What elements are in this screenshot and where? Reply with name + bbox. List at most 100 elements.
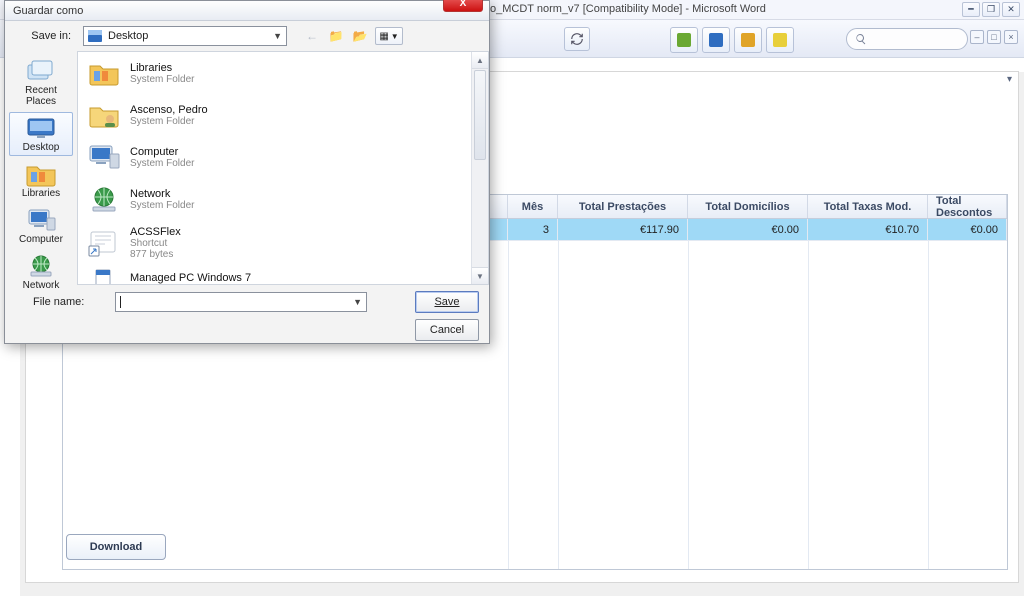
place-desktop[interactable]: Desktop (9, 112, 73, 156)
doc-restore-button[interactable]: □ (987, 30, 1001, 44)
list-item[interactable]: NetworkSystem Folder (78, 178, 488, 220)
grid-header-cell[interactable]: Total Taxas Mod. (808, 195, 928, 218)
list-item[interactable]: ACSSFlexShortcut877 bytes (78, 220, 488, 266)
nav-back-button[interactable]: ← (303, 27, 321, 45)
grid-cell: €117.90 (558, 219, 688, 240)
list-item[interactable]: ComputerSystem Folder (78, 136, 488, 178)
computer-icon (26, 208, 56, 232)
place-network[interactable]: Network (9, 250, 73, 294)
square-blue-icon (709, 33, 723, 47)
chevron-down-icon[interactable]: ▾ (1007, 74, 1012, 85)
word-close-button[interactable]: ✕ (1002, 2, 1020, 17)
dialog-titlebar[interactable]: Guardar como X (5, 1, 489, 21)
desktop-icon (26, 117, 56, 139)
place-recent[interactable]: Recent Places (9, 55, 73, 110)
grid-header-cell[interactable]: Total Domicílios (688, 195, 808, 218)
computer-icon (87, 143, 121, 171)
folder-up-icon: 📁 (329, 29, 344, 43)
text-cursor-icon (120, 296, 121, 308)
document-icon (93, 268, 115, 285)
recent-places-icon (26, 59, 56, 83)
save-as-dialog: Guardar como X Save in: Desktop ▼ ← 📁 📂 … (4, 0, 490, 344)
item-name: Libraries (130, 62, 194, 74)
doc-close-button[interactable]: × (1004, 30, 1018, 44)
item-sub: Shortcut (130, 238, 181, 249)
doc-minimize-button[interactable]: – (970, 30, 984, 44)
network-icon (88, 185, 120, 213)
grid-cell: €10.70 (808, 219, 928, 240)
new-folder-button[interactable]: 📂 (351, 27, 369, 45)
item-sub: System Folder (130, 200, 194, 211)
save-in-label: Save in: (13, 30, 77, 42)
save-in-select[interactable]: Desktop ▼ (83, 26, 287, 46)
place-label: Computer (10, 234, 72, 245)
file-list[interactable]: LibrariesSystem Folder Ascenso, PedroSys… (77, 51, 489, 285)
ribbon-search-input[interactable] (846, 28, 968, 50)
arrow-left-icon: ← (306, 29, 318, 43)
ribbon-btn-3[interactable] (734, 27, 762, 53)
search-icon (855, 33, 867, 45)
filename-label: File name: (15, 296, 107, 308)
word-title-text: o_MCDT norm_v7 [Compatibility Mode] - Mi… (490, 3, 766, 15)
views-menu-button[interactable]: ▦ ▼ (375, 27, 403, 45)
filename-combobox[interactable]: ▼ (115, 292, 367, 312)
views-icon: ▦ (379, 31, 388, 42)
ribbon-btn-4[interactable] (766, 27, 794, 53)
download-button[interactable]: Download (66, 534, 166, 560)
list-item[interactable]: LibrariesSystem Folder (78, 52, 488, 94)
place-label: Network (10, 280, 72, 291)
item-sub2: 877 bytes (130, 249, 181, 260)
place-computer[interactable]: Computer (9, 204, 73, 248)
shortcut-icon (87, 228, 121, 258)
user-folder-icon (88, 102, 120, 128)
square-green-icon (677, 33, 691, 47)
cancel-button-label: Cancel (430, 324, 464, 336)
grid-header-cell[interactable]: Total Prestações (558, 195, 688, 218)
ribbon-btn-1[interactable] (670, 27, 698, 53)
desktop-icon (88, 30, 102, 42)
save-in-value: Desktop (108, 30, 148, 42)
download-button-label: Download (90, 541, 143, 553)
place-label: Libraries (10, 188, 72, 199)
square-orange-icon (741, 33, 755, 47)
grid-header-cell[interactable]: Mês (508, 195, 558, 218)
ribbon-btn-2[interactable] (702, 27, 730, 53)
item-name: Ascenso, Pedro (130, 104, 208, 116)
cancel-button[interactable]: Cancel (415, 319, 479, 341)
places-bar: Recent Places Desktop Libraries Computer… (5, 51, 77, 285)
ribbon-view-group (670, 27, 794, 53)
item-sub: System Folder (130, 116, 208, 127)
word-restore-button[interactable]: ❐ (982, 2, 1000, 17)
dialog-close-button[interactable]: X (443, 0, 483, 12)
place-libraries[interactable]: Libraries (9, 158, 73, 202)
file-list-scrollbar[interactable]: ▲ ▼ (471, 52, 488, 284)
square-yellow-icon (773, 33, 787, 47)
dialog-title-text: Guardar como (13, 5, 83, 17)
item-name: Computer (130, 146, 194, 158)
word-minimize-button[interactable]: ━ (962, 2, 980, 17)
libraries-icon (25, 161, 57, 187)
place-label: Desktop (10, 142, 72, 153)
item-name: ACSSFlex (130, 226, 181, 238)
item-name: Network (130, 188, 194, 200)
save-button[interactable]: Save (415, 291, 479, 313)
chevron-down-icon: ▼ (353, 297, 362, 307)
item-name: Managed PC Windows 7 (130, 272, 251, 284)
scroll-thumb[interactable] (474, 70, 486, 160)
grid-cell: €0.00 (928, 219, 1007, 240)
new-folder-icon: 📂 (353, 29, 368, 43)
ribbon-refresh-button[interactable] (564, 27, 590, 51)
scroll-up-button[interactable]: ▲ (472, 52, 488, 69)
chevron-down-icon: ▼ (273, 31, 282, 41)
list-item[interactable]: Ascenso, PedroSystem Folder (78, 94, 488, 136)
save-button-label: Save (434, 296, 459, 308)
nav-up-button[interactable]: 📁 (327, 27, 345, 45)
list-item[interactable]: Managed PC Windows 7 (78, 266, 488, 285)
grid-cell: 3 (508, 219, 558, 240)
grid-header-cell[interactable]: Total Descontos (928, 195, 1007, 218)
item-sub: System Folder (130, 74, 194, 85)
libraries-icon (88, 60, 120, 86)
chevron-down-icon: ▼ (391, 32, 399, 41)
scroll-down-button[interactable]: ▼ (472, 267, 488, 284)
grid-cell: €0.00 (688, 219, 808, 240)
